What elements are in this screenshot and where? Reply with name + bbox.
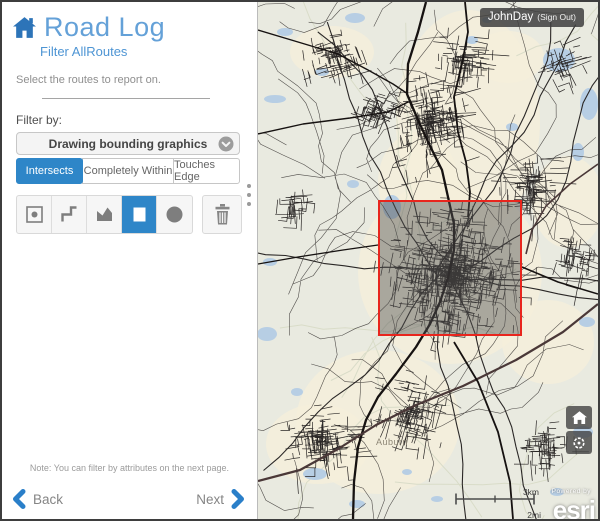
chevron-right-icon	[231, 489, 245, 509]
user-sign-out-badge[interactable]: JohnDay (Sign Out)	[480, 8, 584, 27]
draw-circle-button[interactable]	[157, 196, 192, 233]
filter-method-dropdown[interactable]: Drawing bounding graphics	[16, 132, 240, 155]
draw-polyline-button[interactable]	[52, 196, 87, 233]
polyline-icon	[59, 204, 80, 225]
map-container: Auburn JohnDay (Sign Out)	[257, 2, 598, 519]
draw-point-button[interactable]	[17, 196, 52, 233]
home-extent-button[interactable]	[566, 406, 592, 429]
map-widget-buttons	[566, 406, 592, 454]
next-button[interactable]: Next	[196, 489, 245, 509]
tab-intersects[interactable]: Intersects	[16, 158, 83, 184]
filter-panel: Road Log Filter AllRoutes Select the rou…	[2, 2, 257, 519]
back-button[interactable]: Back	[12, 489, 63, 509]
rectangle-icon	[129, 204, 150, 225]
my-location-button[interactable]	[566, 431, 592, 454]
draw-rectangle-button[interactable]	[122, 196, 157, 233]
trash-icon	[212, 203, 233, 226]
draw-tool-group	[16, 195, 193, 234]
scale-bar: 3km 2mi	[455, 490, 535, 516]
chevron-down-icon	[218, 136, 234, 152]
chevron-left-icon	[12, 489, 26, 509]
point-icon	[24, 204, 45, 225]
home-icon	[572, 411, 587, 425]
locate-crosshair-icon	[571, 435, 587, 451]
tab-touches-edge[interactable]: Touches Edge	[173, 158, 240, 184]
app-title: Road Log	[44, 12, 165, 43]
polygon-icon	[94, 204, 115, 225]
draw-polygon-button[interactable]	[87, 196, 122, 233]
home-icon	[12, 16, 37, 39]
panel-header: Road Log	[2, 2, 257, 43]
next-label: Next	[196, 492, 224, 507]
dropdown-value: Drawing bounding graphics	[49, 137, 208, 151]
spatial-relation-tabs: Intersects Completely Within Touches Edg…	[16, 158, 240, 184]
panel-resize-handle[interactable]	[245, 182, 253, 208]
sign-out-label: (Sign Out)	[537, 12, 576, 22]
esri-logo: esri	[553, 497, 595, 519]
instruction-text: Select the routes to report on.	[16, 74, 257, 86]
page-subtitle: Filter AllRoutes	[40, 44, 257, 59]
road-log-window: Road Log Filter AllRoutes Select the rou…	[0, 0, 600, 521]
scale-km-label: 3km	[523, 487, 539, 497]
powered-by-text: Powered by	[552, 488, 591, 495]
draw-tools	[16, 195, 257, 234]
circle-icon	[164, 204, 185, 225]
scale-mi-label: 2mi	[527, 510, 541, 519]
place-label-auburn: Auburn	[376, 437, 408, 447]
filter-by-label: Filter by:	[16, 113, 257, 127]
wizard-nav: Back Next	[12, 489, 245, 509]
tab-completely-within[interactable]: Completely Within	[82, 158, 174, 184]
username: JohnDay	[488, 11, 533, 23]
note-text: Note: You can filter by attributes on th…	[2, 463, 257, 473]
back-label: Back	[33, 492, 63, 507]
clear-graphics-button[interactable]	[202, 195, 242, 234]
selection-rectangle[interactable]	[378, 200, 522, 336]
divider-line	[42, 98, 210, 99]
